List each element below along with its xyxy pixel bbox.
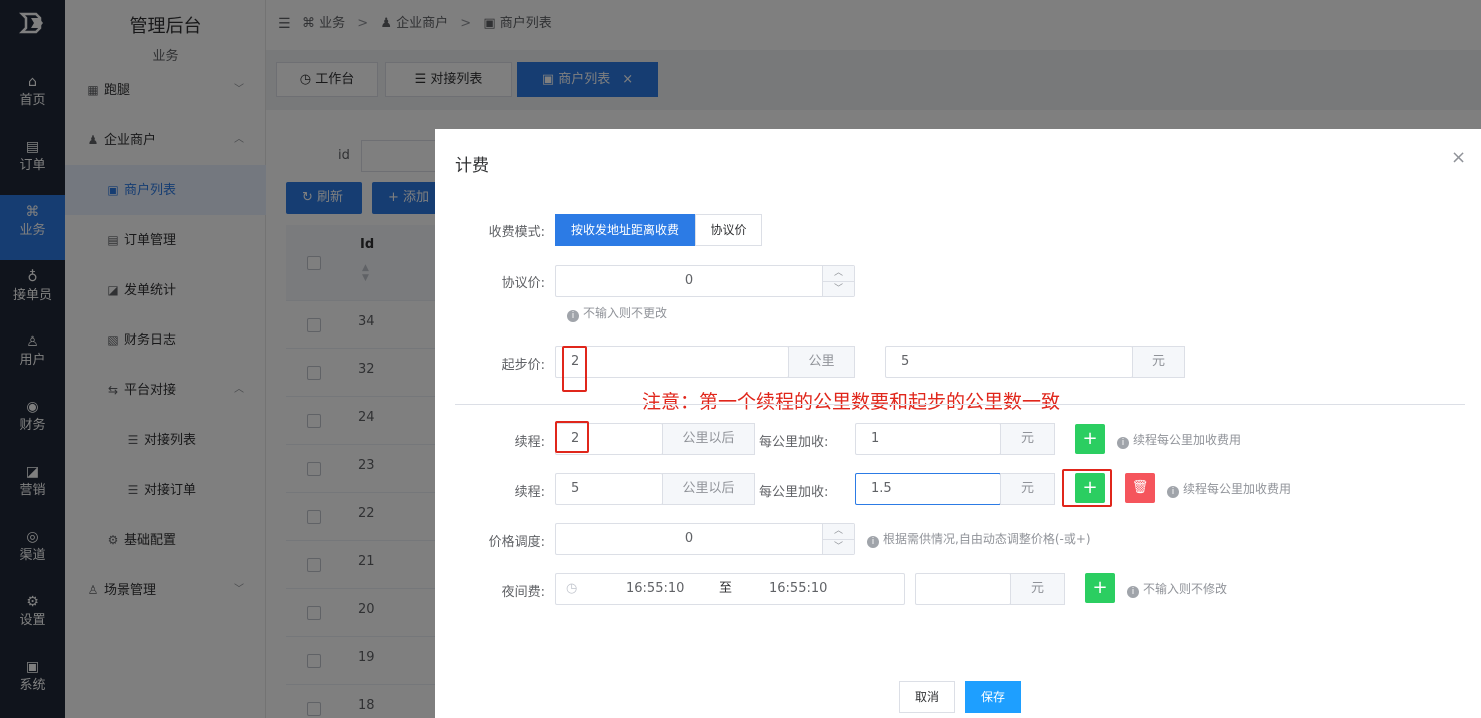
add-night-fee-button[interactable]: + bbox=[1085, 573, 1115, 603]
billing-dialog: 计费 × 收费模式: 按收发地址距离收费 协议价 协议价: 0 ︿ ﹀ i 不输入… bbox=[435, 129, 1481, 718]
start-km-unit: 公里 bbox=[788, 346, 855, 378]
per-km-price-input[interactable]: 1 bbox=[855, 423, 1001, 455]
info-icon: i bbox=[1117, 437, 1129, 449]
price-adjust-label: 价格调度: bbox=[488, 535, 545, 550]
dialog-title: 计费 bbox=[455, 156, 489, 176]
info-icon: i bbox=[1167, 486, 1179, 498]
night-fee-input[interactable] bbox=[915, 573, 1011, 605]
start-price-label: 起步价: bbox=[501, 358, 545, 373]
plus-icon: + bbox=[1092, 577, 1108, 598]
continue-km-input[interactable]: 5 bbox=[555, 473, 663, 505]
annotation-box bbox=[555, 421, 589, 453]
per-km-price-input[interactable]: 1.5 bbox=[855, 473, 1001, 505]
mode-distance-button[interactable]: 按收发地址距离收费 bbox=[555, 214, 695, 246]
add-row-button[interactable]: + bbox=[1075, 424, 1105, 454]
trash-icon: 🗑 bbox=[1131, 480, 1149, 495]
increment-icon[interactable]: ︿ bbox=[822, 524, 854, 539]
continue-label: 续程: bbox=[514, 485, 545, 500]
night-time-range[interactable]: ◷ 16:55:10 至 16:55:10 bbox=[555, 573, 905, 605]
divider bbox=[455, 404, 1465, 405]
decrement-icon[interactable]: ﹀ bbox=[822, 281, 854, 296]
mode-label: 收费模式: bbox=[488, 225, 545, 240]
per-km-label: 每公里加收: bbox=[759, 485, 829, 500]
night-fee-label: 夜间费: bbox=[501, 585, 545, 600]
info-icon: i bbox=[1127, 586, 1139, 598]
start-price-unit: 元 bbox=[1132, 346, 1185, 378]
night-fee-hint: i 不输入则不修改 bbox=[1127, 580, 1227, 598]
save-button[interactable]: 保存 bbox=[965, 681, 1021, 713]
plus-icon: + bbox=[1082, 428, 1098, 449]
per-km-price-unit: 元 bbox=[1000, 473, 1055, 505]
annotation-box bbox=[562, 346, 587, 392]
info-icon: i bbox=[867, 536, 879, 548]
continue-label: 续程: bbox=[514, 435, 545, 450]
increment-icon[interactable]: ︿ bbox=[822, 266, 854, 281]
start-km-input[interactable]: 2 bbox=[555, 346, 789, 378]
delete-row-button[interactable]: 🗑 bbox=[1125, 473, 1155, 503]
clock-icon: ◷ bbox=[566, 581, 578, 596]
mode-agreement-button[interactable]: 协议价 bbox=[695, 214, 762, 246]
per-km-label: 每公里加收: bbox=[759, 435, 829, 450]
annotation-box bbox=[1062, 469, 1112, 507]
per-km-price-unit: 元 bbox=[1000, 423, 1055, 455]
continue-hint: i 续程每公里加收费用 bbox=[1117, 431, 1241, 449]
price-adjust-input[interactable]: 0 ︿ ﹀ bbox=[555, 523, 855, 555]
start-price-input[interactable]: 5 bbox=[885, 346, 1133, 378]
agreement-price-input[interactable]: 0 ︿ ﹀ bbox=[555, 265, 855, 297]
continue-hint: i 续程每公里加收费用 bbox=[1167, 480, 1291, 498]
decrement-icon[interactable]: ﹀ bbox=[822, 539, 854, 554]
continue-km-unit: 公里以后 bbox=[662, 473, 755, 505]
agreement-label: 协议价: bbox=[501, 276, 545, 291]
close-icon[interactable]: × bbox=[1451, 147, 1466, 168]
price-adjust-hint: i 根据需供情况,自由动态调整价格(-或+) bbox=[867, 530, 1091, 548]
agreement-hint: i 不输入则不更改 bbox=[567, 304, 667, 322]
cancel-button[interactable]: 取消 bbox=[899, 681, 955, 713]
continue-km-unit: 公里以后 bbox=[662, 423, 755, 455]
info-icon: i bbox=[567, 310, 579, 322]
night-fee-unit: 元 bbox=[1010, 573, 1065, 605]
annotation-note: 注意：第一个续程的公里数要和起步的公里数一致 bbox=[642, 391, 1061, 413]
